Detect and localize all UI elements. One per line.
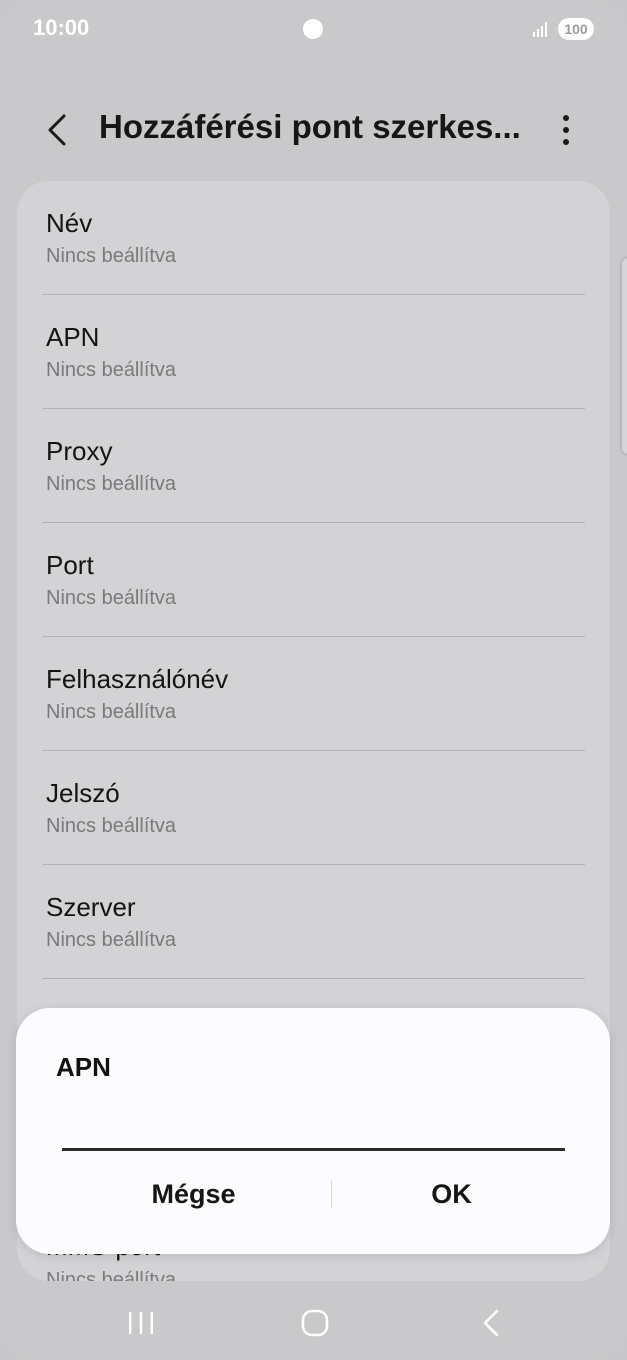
setting-value: Nincs beállítva bbox=[46, 1269, 177, 1281]
setting-row-server[interactable]: Szerver Nincs beállítva bbox=[17, 865, 610, 979]
more-vertical-icon[interactable] bbox=[552, 110, 580, 150]
setting-row-apn[interactable]: APN Nincs beállítva bbox=[17, 295, 610, 409]
setting-title: Név bbox=[46, 208, 93, 238]
setting-title: Felhasználónév bbox=[46, 664, 229, 694]
setting-row-password[interactable]: Jelszó Nincs beállítva bbox=[17, 751, 610, 865]
setting-value: Nincs beállítva bbox=[46, 359, 177, 381]
apn-input[interactable] bbox=[62, 1106, 565, 1151]
setting-value: Nincs beállítva bbox=[46, 245, 177, 267]
status-time: 10:00 bbox=[33, 15, 90, 40]
battery-badge: 100 bbox=[558, 18, 594, 40]
setting-row-proxy[interactable]: Proxy Nincs beállítva bbox=[17, 409, 610, 523]
setting-title: Proxy bbox=[46, 436, 113, 466]
setting-row-name[interactable]: Név Nincs beállítva bbox=[17, 181, 610, 295]
setting-title: Jelszó bbox=[46, 778, 120, 808]
camera-cutout bbox=[303, 19, 323, 39]
setting-value: Nincs beállítva bbox=[46, 815, 177, 837]
setting-value: Nincs beállítva bbox=[46, 929, 177, 951]
dialog-title: APN bbox=[56, 1052, 111, 1082]
home-icon[interactable] bbox=[300, 1308, 330, 1338]
phone-screen: 10:00 100 Hozzáférési pont szerkes... Né… bbox=[0, 0, 627, 1360]
navigation-bar bbox=[0, 1290, 627, 1360]
ok-button[interactable]: OK bbox=[314, 1168, 589, 1220]
setting-title: APN bbox=[46, 322, 100, 352]
setting-row-port[interactable]: Port Nincs beállítva bbox=[17, 523, 610, 637]
setting-value: Nincs beállítva bbox=[46, 587, 177, 609]
setting-title: Port bbox=[46, 550, 94, 580]
chevron-left-icon[interactable] bbox=[42, 110, 74, 150]
setting-value: Nincs beállítva bbox=[46, 473, 177, 495]
signal-icon bbox=[533, 22, 547, 37]
scroll-handle[interactable] bbox=[620, 256, 627, 456]
recent-apps-icon[interactable] bbox=[127, 1310, 155, 1336]
setting-title: Szerver bbox=[46, 892, 136, 922]
status-bar: 10:00 100 bbox=[0, 0, 627, 60]
page-title: Hozzáférési pont szerkes... bbox=[99, 108, 521, 145]
setting-value: Nincs beállítva bbox=[46, 701, 177, 723]
setting-row-username[interactable]: Felhasználónév Nincs beállítva bbox=[17, 637, 610, 751]
app-header: Hozzáférési pont szerkes... bbox=[0, 100, 627, 160]
divider bbox=[42, 978, 585, 979]
nav-back-icon[interactable] bbox=[480, 1308, 502, 1338]
cancel-button[interactable]: Mégse bbox=[36, 1168, 351, 1220]
apn-edit-dialog: APN Mégse OK bbox=[16, 1008, 610, 1254]
